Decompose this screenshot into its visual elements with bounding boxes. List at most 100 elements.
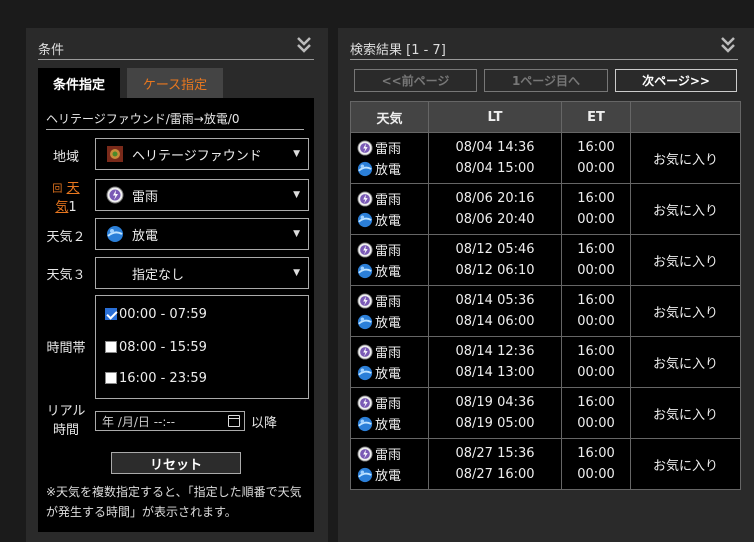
time-option-1[interactable]: 00:00 - 07:59 xyxy=(105,306,207,322)
weather3-label: 天気３ xyxy=(46,268,86,283)
weather-to: 放電 xyxy=(351,260,428,281)
weather-to-label: 放電 xyxy=(375,367,402,382)
results-table: 天気 LT ET 雷雨 放電 08/04 14:36 08/04 15:00 16:00… xyxy=(350,101,741,490)
time-option-2[interactable]: 08:00 - 15:59 xyxy=(105,339,207,355)
thunderstorm-icon xyxy=(357,292,373,309)
lt-start: 08/14 12:36 xyxy=(455,344,535,359)
et-end: 00:00 xyxy=(577,314,615,329)
discharge-icon xyxy=(357,212,373,227)
et-cell: 16:00 00:00 xyxy=(561,132,631,184)
favorite-link[interactable]: お気に入り xyxy=(630,132,741,184)
weather1-label-num: 1 xyxy=(68,200,77,215)
favorite-link[interactable]: お気に入り xyxy=(630,234,741,286)
lt-end: 08/04 15:00 xyxy=(455,161,535,176)
thunderstorm-icon xyxy=(357,241,373,258)
lt-start: 08/04 14:36 xyxy=(455,140,535,155)
collapse-icon[interactable] xyxy=(720,36,736,54)
realtime-label-a: リアル xyxy=(46,404,86,419)
et-start: 16:00 xyxy=(577,191,615,206)
tab-case-select[interactable]: ケース指定 xyxy=(127,68,223,98)
checkbox-icon[interactable] xyxy=(105,341,117,353)
weather-from-label: 雷雨 xyxy=(375,346,402,361)
caret-down-icon: ▼ xyxy=(293,149,300,159)
favorite-link[interactable]: お気に入り xyxy=(630,336,741,388)
et-start: 16:00 xyxy=(577,140,615,155)
weather-from-label: 雷雨 xyxy=(375,448,402,463)
weather2-value: 放電 xyxy=(132,228,159,244)
lt-start: 08/12 05:46 xyxy=(455,242,535,257)
favorite-link[interactable]: お気に入り xyxy=(630,387,741,439)
favorite-link[interactable]: お気に入り xyxy=(630,285,741,337)
lt-end: 08/06 20:40 xyxy=(455,212,535,227)
lt-start: 08/14 05:36 xyxy=(455,293,535,308)
thunderstorm-icon xyxy=(357,190,373,207)
lt-end: 08/19 05:00 xyxy=(455,416,535,431)
caret-down-icon: ▼ xyxy=(293,229,300,239)
tab-condition-select[interactable]: 条件指定 xyxy=(38,68,120,98)
table-row: 雷雨 放電 08/06 20:16 08/06 20:40 16:00 00:00 お気に入… xyxy=(350,183,741,235)
next-page-button[interactable]: 次ページ>> xyxy=(615,69,737,92)
weather3-select[interactable]: 指定なし ▼ xyxy=(95,257,309,289)
region-label: 地域 xyxy=(52,150,79,165)
table-row: 雷雨 放電 08/12 05:46 08/12 06:10 16:00 00:00 お気に入… xyxy=(350,234,741,286)
weather-to: 放電 xyxy=(351,464,428,485)
collapse-icon[interactable] xyxy=(296,36,312,54)
time-option-label: 00:00 - 07:59 xyxy=(119,306,207,322)
weather1-value: 雷雨 xyxy=(132,189,159,205)
et-end: 00:00 xyxy=(577,263,615,278)
discharge-icon xyxy=(357,365,373,380)
table-row: 雷雨 放電 08/14 05:36 08/14 06:00 16:00 00:00 お気に入… xyxy=(350,285,741,337)
checkbox-checked-icon[interactable] xyxy=(105,308,117,320)
region-select[interactable]: ヘリテージファウンド ▼ xyxy=(95,138,309,170)
weather-to: 放電 xyxy=(351,311,428,332)
results-panel: 検索結果 [1 - 7] <<前ページ 1ページ目へ 次ページ>> 天気 LT … xyxy=(338,28,754,542)
realtime-date-input[interactable]: 年 /月/日 --:-- xyxy=(95,411,245,431)
weather-from: 雷雨 xyxy=(351,392,428,413)
lt-cell: 08/12 05:46 08/12 06:10 xyxy=(428,234,562,286)
weather-from-label: 雷雨 xyxy=(375,397,402,412)
thunderstorm-icon xyxy=(357,343,373,360)
weather-from: 雷雨 xyxy=(351,239,428,260)
lt-end: 08/12 06:10 xyxy=(455,263,535,278)
weather-cell: 雷雨 放電 xyxy=(350,387,429,439)
calendar-icon[interactable] xyxy=(228,415,240,427)
weather1-label-a: 天 xyxy=(66,181,80,196)
weather-from: 雷雨 xyxy=(351,137,428,158)
col-et: ET xyxy=(561,101,631,133)
table-header-row: 天気 LT ET xyxy=(350,101,741,133)
weather1-select[interactable]: 雷雨 ▼ xyxy=(95,179,309,211)
thunderstorm-icon xyxy=(106,186,124,204)
weather-cell: 雷雨 放電 xyxy=(350,183,429,235)
discharge-icon xyxy=(107,226,123,242)
reset-button[interactable]: リセット xyxy=(111,452,241,474)
favorite-link[interactable]: お気に入り xyxy=(630,438,741,490)
col-weather: 天気 xyxy=(350,101,429,133)
weather-from: 雷雨 xyxy=(351,443,428,464)
discharge-icon xyxy=(357,467,373,482)
heritagefound-icon xyxy=(107,146,123,162)
weather-cell: 雷雨 放電 xyxy=(350,234,429,286)
condition-summary: ヘリテージファウンド/雷雨→放電/0 xyxy=(46,110,304,130)
weather1-label: 回 天 気1 xyxy=(38,180,94,217)
weather-to-label: 放電 xyxy=(375,214,402,229)
weather-from-label: 雷雨 xyxy=(375,244,402,259)
table-row: 雷雨 放電 08/04 14:36 08/04 15:00 16:00 00:00 お気に入… xyxy=(350,132,741,184)
lt-cell: 08/04 14:36 08/04 15:00 xyxy=(428,132,562,184)
caret-down-icon: ▼ xyxy=(293,190,300,200)
first-page-button[interactable]: 1ページ目へ xyxy=(484,69,608,92)
discharge-icon xyxy=(357,161,373,176)
favorite-link[interactable]: お気に入り xyxy=(630,183,741,235)
lt-end: 08/27 16:00 xyxy=(455,467,535,482)
time-option-3[interactable]: 16:00 - 23:59 xyxy=(105,370,207,386)
prev-page-button[interactable]: <<前ページ xyxy=(354,69,477,92)
condition-form: ヘリテージファウンド/雷雨→放電/0 地域 ヘリテージファウンド ▼ 回 天 気… xyxy=(38,98,314,532)
realtime-label-b: 時間 xyxy=(52,423,79,438)
results-panel-title: 検索結果 [1 - 7] xyxy=(350,43,446,58)
weather-cell: 雷雨 放電 xyxy=(350,438,429,490)
condition-panel: 条件 条件指定 ケース指定 ヘリテージファウンド/雷雨→放電/0 地域 ヘリテー… xyxy=(26,28,328,542)
weather2-select[interactable]: 放電 ▼ xyxy=(95,218,309,250)
region-value: ヘリテージファウンド xyxy=(132,148,262,164)
checkbox-icon[interactable] xyxy=(105,372,117,384)
weather-from-label: 雷雨 xyxy=(375,193,402,208)
discharge-icon xyxy=(357,416,373,431)
